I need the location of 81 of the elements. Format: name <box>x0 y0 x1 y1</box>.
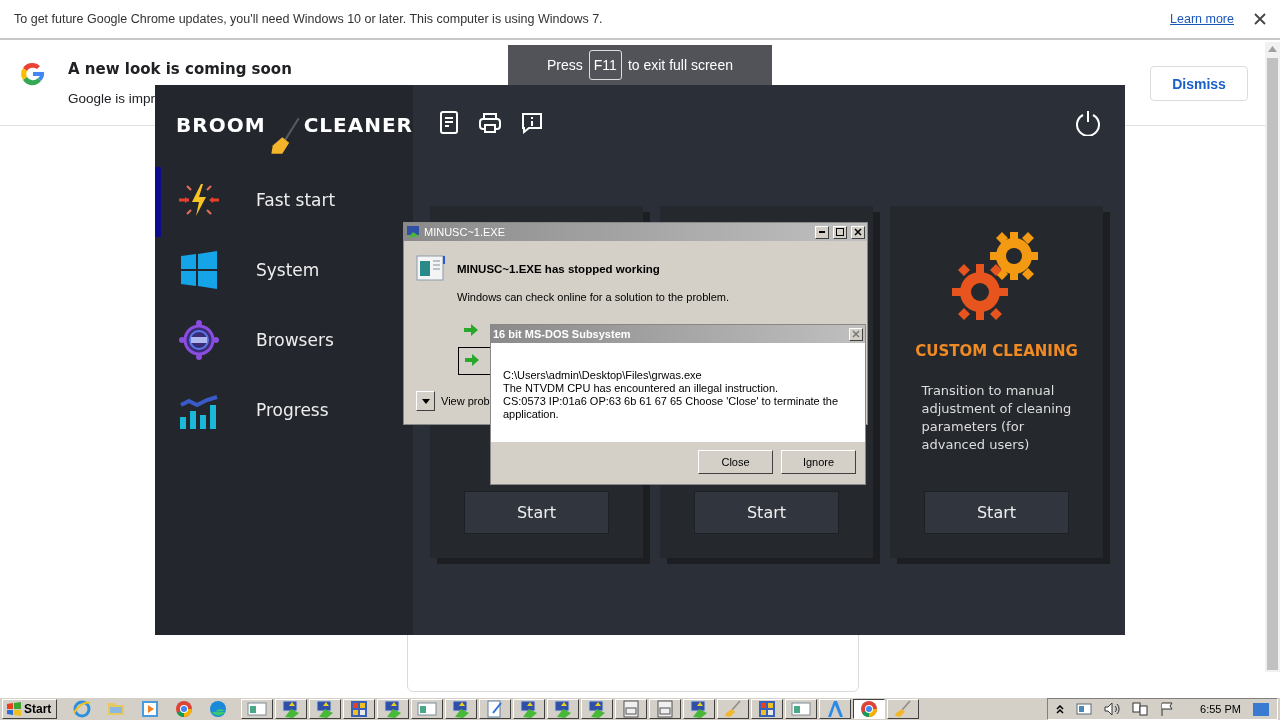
close-icon <box>852 330 860 338</box>
windows-icon <box>180 251 218 289</box>
speaker-icon[interactable] <box>1104 702 1121 716</box>
installer-icon <box>553 700 573 718</box>
close-icon <box>854 228 862 236</box>
installer-icon <box>315 700 335 718</box>
program-icon <box>416 255 446 281</box>
printer-icon[interactable] <box>478 111 502 134</box>
start-button[interactable]: Start <box>464 491 609 534</box>
installer-icon <box>281 700 301 718</box>
maximize-icon <box>836 228 844 236</box>
calculator-icon <box>623 700 639 718</box>
nav-item[interactable]: Progress <box>155 375 413 445</box>
window-icon[interactable] <box>1076 703 1093 715</box>
arrow-icon <box>465 354 479 366</box>
installer-icon <box>383 700 403 718</box>
chevron-up-icon[interactable] <box>1056 704 1065 714</box>
dialog-title: MINUSC~1.EXE <box>424 226 506 238</box>
minimize-button[interactable] <box>815 225 829 239</box>
dialog-title: 16 bit MS-DOS Subsystem <box>493 328 632 340</box>
clock[interactable]: 6:55 PM <box>1200 703 1241 715</box>
target-icon <box>179 320 219 360</box>
expand-button[interactable] <box>416 391 435 411</box>
update-message: To get future Google Chrome updates, you'll need Windows 10 or later. This computer is using Windows 7. <box>14 12 604 26</box>
broom-icon <box>724 700 742 718</box>
close-icon[interactable] <box>1254 13 1266 25</box>
document-icon[interactable] <box>439 110 459 135</box>
calculator-icon <box>657 700 673 718</box>
installer-icon <box>451 700 471 718</box>
show-desktop-icon[interactable] <box>1253 702 1269 716</box>
dialog-button[interactable]: Ignore <box>781 450 856 474</box>
window-icon <box>417 702 437 716</box>
hint-text: to exit full screen <box>627 57 733 73</box>
window-icon <box>791 702 811 716</box>
installer-icon <box>519 700 539 718</box>
chrome-icon[interactable] <box>860 700 878 718</box>
error-text: Windows can check online for a solution to the problem. <box>457 291 730 303</box>
hint-text: Press <box>547 57 583 73</box>
card-title: CUSTOM CLEANING <box>915 342 1078 360</box>
logo-text: BROOM <box>176 113 266 137</box>
start-button[interactable]: Start <box>2 699 57 719</box>
flag-icon[interactable] <box>1160 702 1175 716</box>
start-button[interactable]: Start <box>694 491 839 534</box>
control-panel-icon <box>758 700 776 718</box>
learn-more-link[interactable]: Learn more <box>1170 12 1234 26</box>
scrollbar[interactable] <box>1265 42 1280 672</box>
card-description: Transition to manual adjustment of cleaning parameters (for advanced users) <box>921 382 1072 454</box>
banner-text: Google is impr <box>68 91 156 106</box>
maximize-button[interactable] <box>833 225 847 239</box>
error-message-line: The NTVDM CPU has encountered an illegal instruction. <box>503 382 780 395</box>
broom-icon <box>894 700 912 718</box>
key-label: F11 <box>588 50 622 80</box>
info-message-icon[interactable] <box>521 111 543 134</box>
error-message-line: C:\Users\admin\Desktop\Files\grwas.exe <box>503 369 703 382</box>
banner-title: A new look is coming soon <box>68 60 292 78</box>
dismiss-button[interactable]: Dismiss <box>1150 66 1248 101</box>
minimize-icon <box>819 231 825 233</box>
close-button[interactable] <box>849 327 863 341</box>
error-heading: MINUSC~1.EXE has stopped working <box>457 263 660 275</box>
installer-icon <box>587 700 607 718</box>
network-icon[interactable] <box>1132 702 1149 716</box>
windows-logo-icon <box>6 702 22 716</box>
media-player-icon[interactable] <box>141 700 159 718</box>
app-icon <box>406 225 420 239</box>
taskbar-button[interactable] <box>853 699 885 719</box>
control-panel-icon <box>350 700 368 718</box>
window-icon <box>247 702 267 716</box>
caret-icon <box>421 398 430 404</box>
start-button[interactable]: Start <box>924 491 1069 534</box>
nav-item[interactable]: Browsers <box>155 305 413 375</box>
logo-text: CLEANER <box>303 113 413 137</box>
chrome-icon[interactable] <box>175 700 193 718</box>
dialog-button[interactable]: Close <box>698 450 773 474</box>
power-icon[interactable] <box>1075 109 1101 136</box>
nav-item[interactable]: Fast start <box>155 165 413 235</box>
close-button[interactable] <box>851 225 865 239</box>
nav-item[interactable]: System <box>155 235 413 305</box>
error-message-line: CS:0573 IP:01a6 OP:63 6b 61 67 65 Choose 'Close' to terminate the application. <box>503 395 840 421</box>
google-logo-icon <box>20 61 46 87</box>
installer-icon <box>689 700 709 718</box>
details-text: View prob <box>441 395 490 407</box>
